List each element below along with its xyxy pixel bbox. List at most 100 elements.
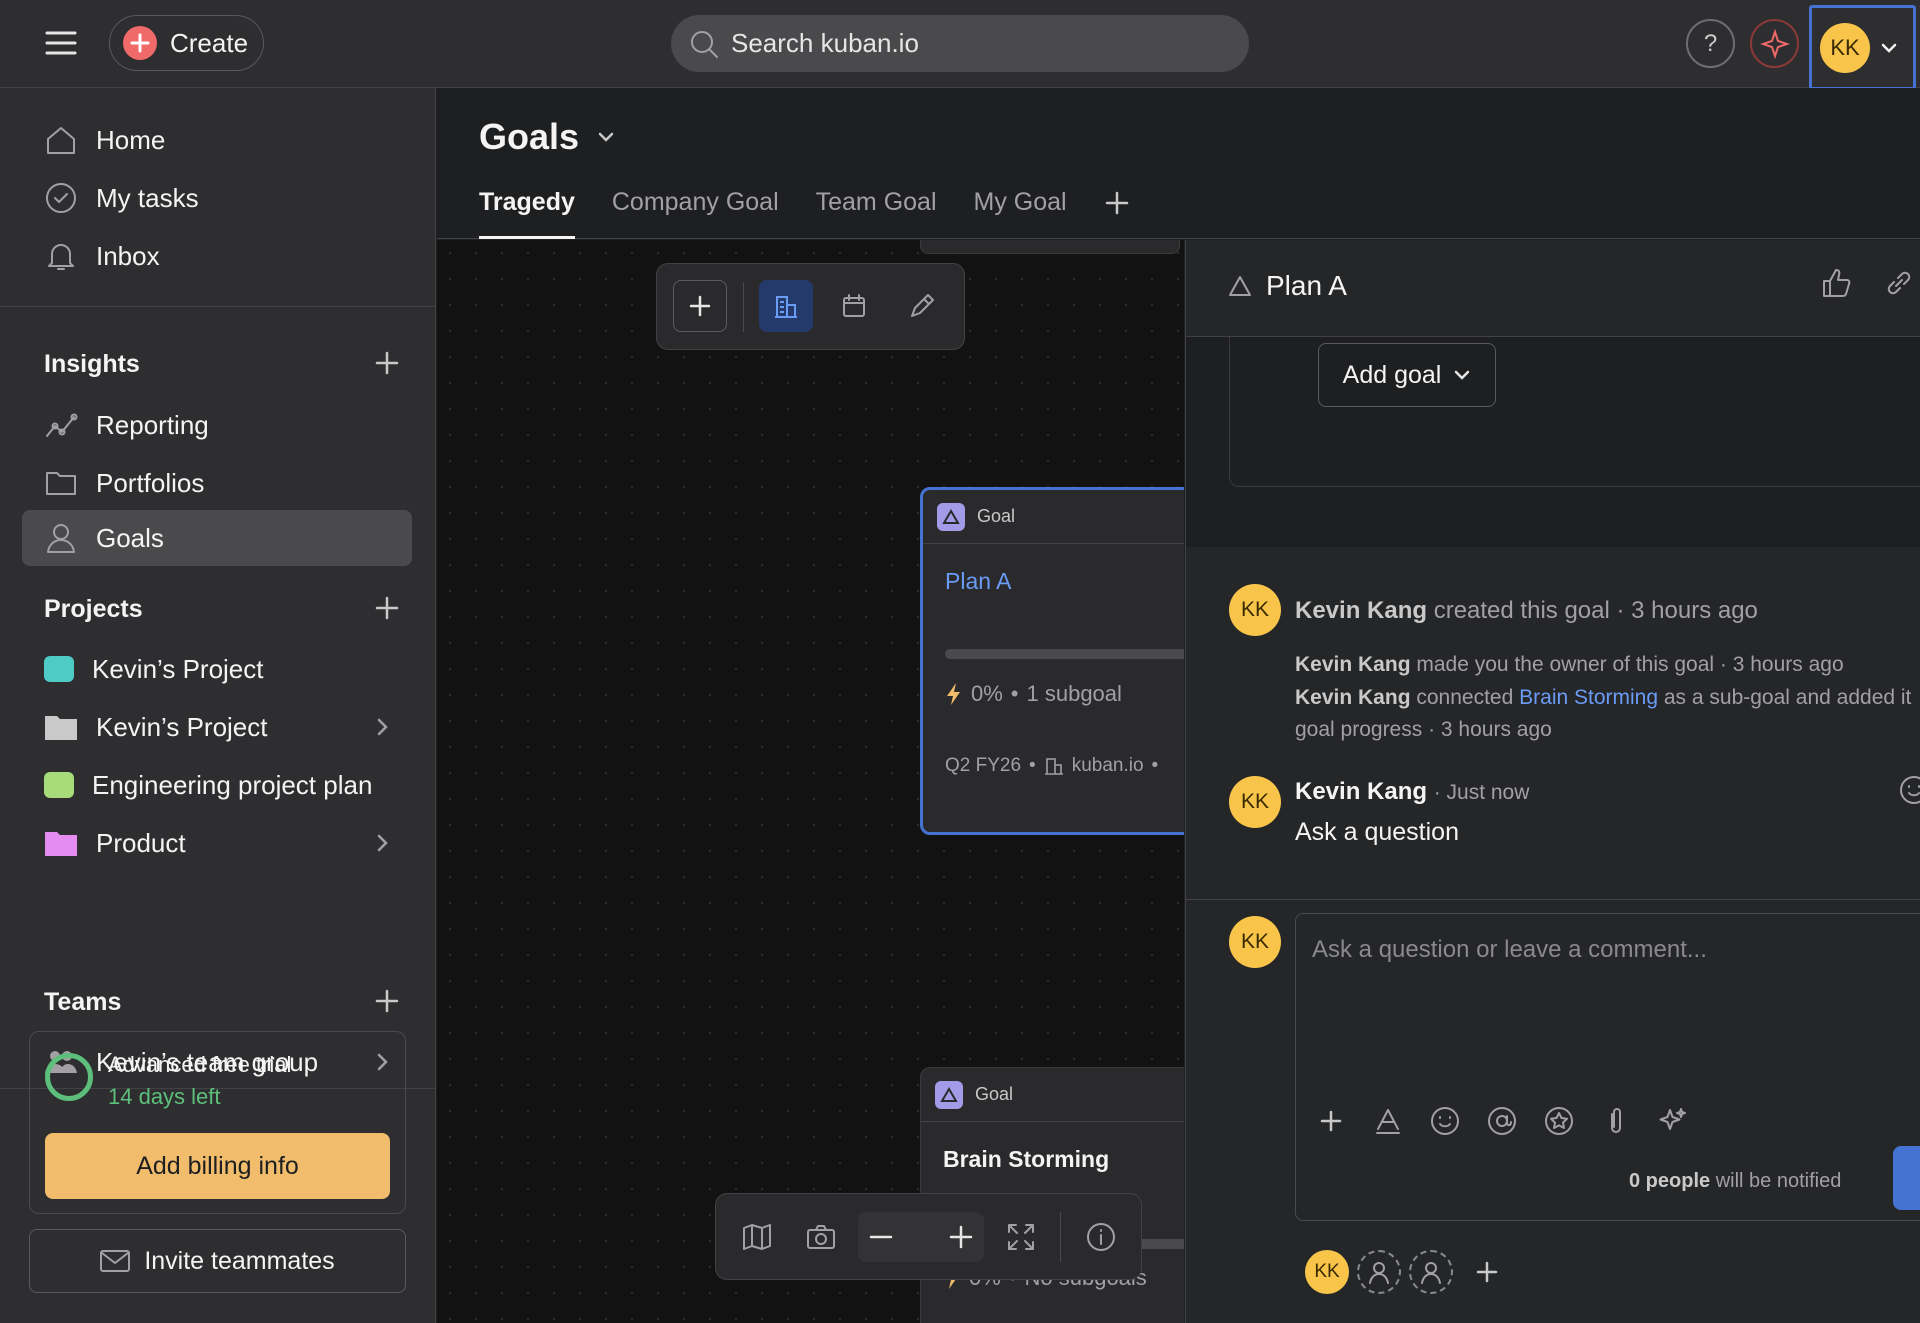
add-insight-button[interactable] (374, 350, 400, 376)
sidebar-item-home[interactable]: Home (22, 112, 412, 168)
ai-sparkle-button[interactable] (1750, 19, 1799, 68)
avatar: KK (1229, 584, 1281, 636)
sidebar-item-inbox[interactable]: Inbox (22, 228, 412, 284)
trial-title: Advanced free trial (108, 1052, 292, 1077)
add-project-button[interactable] (374, 595, 400, 621)
mention-icon[interactable] (1485, 1104, 1519, 1138)
text-format-icon[interactable] (1371, 1104, 1405, 1138)
chevron-right-icon[interactable] (376, 833, 390, 853)
avatar: KK (1820, 22, 1870, 73)
plus-icon[interactable] (1314, 1104, 1348, 1138)
comment-placeholder: Ask a question or leave a comment... (1312, 936, 1707, 963)
attachment-icon[interactable] (1599, 1104, 1633, 1138)
sidebar-item-goals[interactable]: Goals (22, 510, 412, 566)
chevron-down-icon (597, 131, 615, 143)
check-circle-icon (44, 181, 78, 215)
card-header: Goal (921, 1068, 1184, 1122)
sidebar-item-portfolios[interactable]: Portfolios (22, 455, 412, 511)
notify-rest: will be notified (1715, 1170, 1842, 1192)
goal-map-canvas[interactable]: Goal Plan A 0% • 1 subgoal Q2 FY26 • kub… (437, 240, 1184, 1323)
sidebar-project-item[interactable]: Engineering project plan (22, 757, 412, 813)
mail-icon (100, 1250, 131, 1272)
add-team-button[interactable] (374, 988, 400, 1014)
card-meta-row: Q2 FY26 • kuban.io • (923, 755, 1184, 777)
add-collaborator-button[interactable] (1475, 1260, 1499, 1284)
chevron-right-icon[interactable] (376, 717, 390, 737)
sidebar-project-folder[interactable]: Kevin’s Project (22, 699, 412, 755)
sub-goals-box: Add goal (1229, 337, 1920, 487)
goals-header: Goals Tragedy Company Goal Team Goal My … (437, 88, 1920, 239)
tab-tragedy[interactable]: Tragedy (479, 188, 575, 239)
chevron-down-icon (1453, 369, 1471, 381)
info-button[interactable] (1076, 1212, 1126, 1262)
goal-card-plan-a[interactable]: Goal Plan A 0% • 1 subgoal Q2 FY26 • kub… (920, 487, 1184, 835)
help-button[interactable]: ? (1686, 19, 1735, 68)
goal-icon (935, 1080, 963, 1109)
tab-my-goal[interactable]: My Goal (974, 188, 1067, 239)
sidebar-project-item[interactable]: Kevin’s Project (22, 641, 412, 697)
timeline-view-button[interactable] (827, 280, 881, 332)
add-collaborator-placeholder[interactable] (1409, 1250, 1453, 1294)
tab-team-goal[interactable]: Team Goal (816, 188, 937, 239)
add-node-button[interactable] (673, 280, 727, 332)
link-icon[interactable] (1884, 268, 1914, 298)
add-collaborator-placeholder[interactable] (1357, 1250, 1401, 1294)
card-title[interactable]: Plan A (923, 544, 1184, 595)
tab-company-goal[interactable]: Company Goal (612, 188, 779, 239)
activity-action: as a sub-goal and added it (1663, 686, 1912, 709)
account-menu-button[interactable]: KK (1809, 5, 1916, 90)
sub-goal-link[interactable]: Brain Storming (1519, 686, 1658, 709)
project-color-swatch (44, 772, 74, 798)
bell-icon (44, 239, 78, 273)
comment-input[interactable]: Ask a question or leave a comment... 0 p… (1295, 913, 1920, 1221)
sparkle-icon[interactable] (1656, 1104, 1690, 1138)
comment-submit-button[interactable] (1893, 1146, 1920, 1210)
activity-action: connected (1416, 686, 1514, 709)
project-color-swatch (44, 656, 74, 682)
search-input[interactable]: Search kuban.io (671, 15, 1249, 72)
invite-teammates-button[interactable]: Invite teammates (29, 1229, 406, 1293)
separator-dot: • (1010, 681, 1019, 706)
avatar[interactable]: KK (1305, 1250, 1349, 1294)
activity-owner: Kevin Kang made you the owner of this go… (1295, 653, 1844, 677)
menu-icon[interactable] (44, 28, 78, 58)
canvas-toolbar (656, 263, 965, 350)
activity-connected-cont: goal progress · 3 hours ago (1295, 718, 1552, 741)
card-title[interactable]: Brain Storming (921, 1122, 1184, 1173)
emoji-reaction-icon[interactable] (1899, 775, 1920, 805)
avatar: KK (1229, 776, 1281, 828)
avatar: KK (1229, 916, 1281, 968)
folder-icon (44, 466, 78, 500)
sidebar-item-reporting[interactable]: Reporting (22, 397, 412, 453)
teams-title: Teams (44, 988, 122, 1016)
page-title[interactable]: Goals (479, 116, 615, 158)
minimap-button[interactable] (732, 1212, 782, 1262)
sidebar-item-my-tasks[interactable]: My tasks (22, 170, 412, 226)
zoom-in-icon[interactable] (948, 1224, 974, 1250)
add-goal-button[interactable]: Add goal (1318, 343, 1496, 407)
add-tab-button[interactable] (1104, 190, 1130, 216)
draw-button[interactable] (895, 280, 949, 332)
comment-time: · Just now (1433, 781, 1530, 804)
like-icon[interactable] (1821, 268, 1851, 298)
emoji-icon[interactable] (1428, 1104, 1462, 1138)
star-icon[interactable] (1542, 1104, 1576, 1138)
sub-goals-section: Add goal (1186, 337, 1920, 547)
sidebar-item-label: Inbox (96, 240, 160, 271)
fit-view-button[interactable] (996, 1212, 1046, 1262)
zoom-out-icon[interactable] (868, 1224, 894, 1250)
create-button[interactable]: Create (109, 15, 264, 71)
screenshot-button[interactable] (796, 1212, 846, 1262)
activity-created: Kevin Kang created this goal · 3 hours a… (1295, 597, 1758, 625)
add-billing-button[interactable]: Add billing info (45, 1133, 390, 1199)
sidebar-item-label: Reporting (96, 409, 209, 440)
trial-progress-ring (45, 1053, 93, 1101)
page-title-text: Goals (479, 116, 580, 157)
sidebar-project-folder[interactable]: Product (22, 815, 412, 871)
sidebar-item-label: Product (96, 827, 186, 858)
person-icon (44, 521, 78, 555)
home-icon (44, 123, 78, 157)
hierarchy-view-button[interactable] (759, 280, 813, 332)
map-icon (742, 1224, 772, 1250)
activity-action: made you the owner of this goal (1416, 653, 1715, 676)
